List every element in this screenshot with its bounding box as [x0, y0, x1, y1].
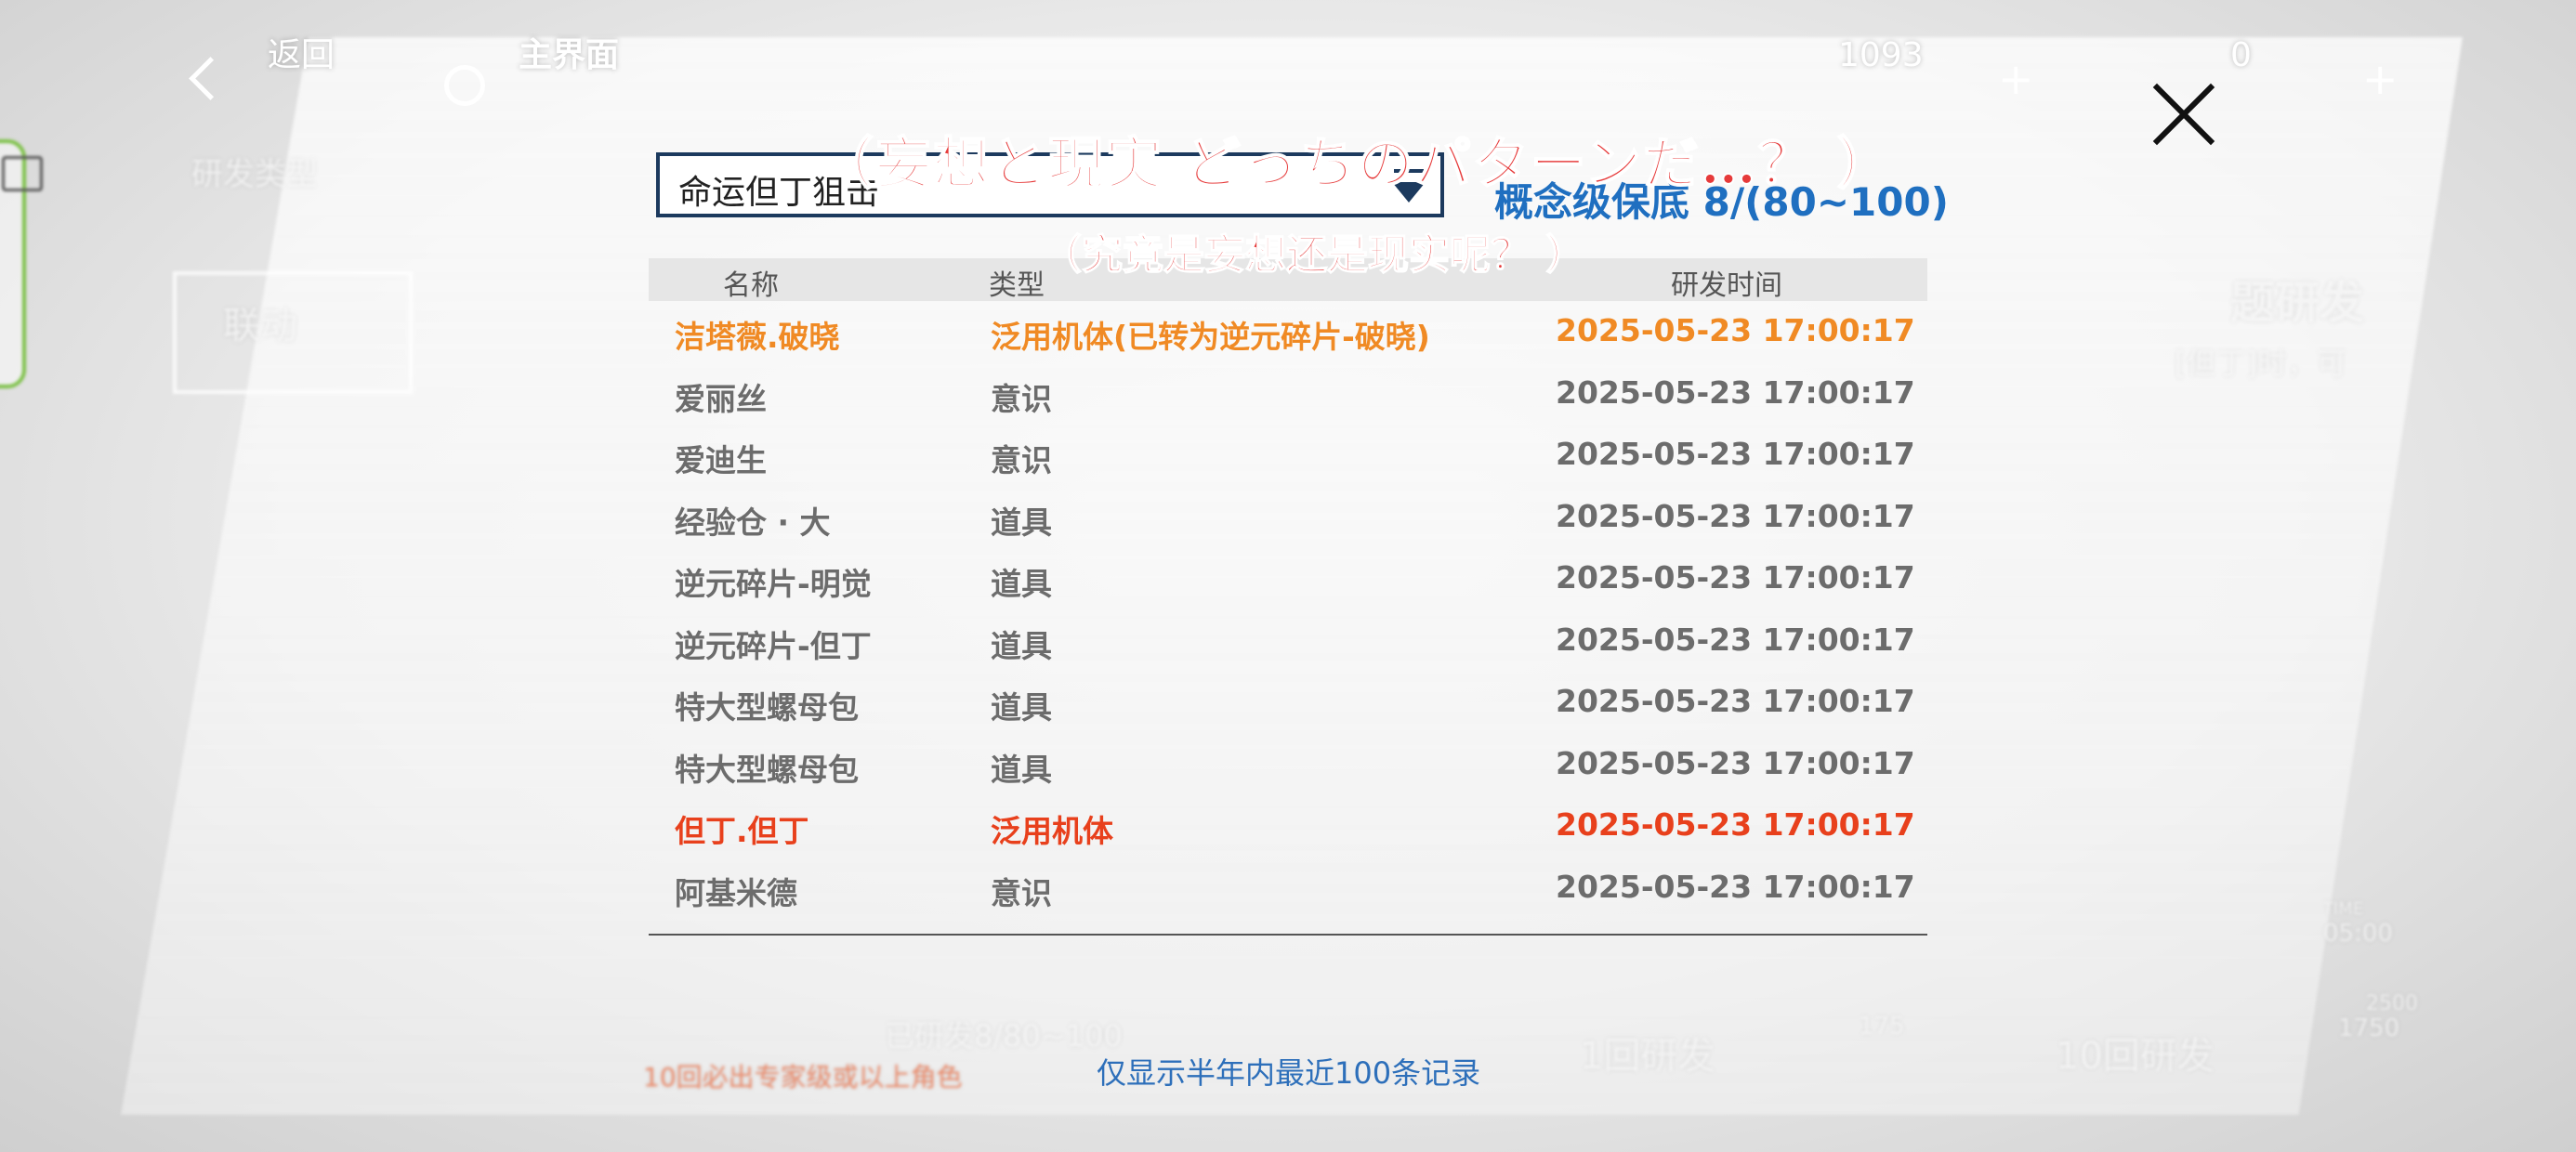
record-limit-note: 仅显示半年内最近100条记录 — [1097, 1055, 1481, 1091]
currency2-add-button[interactable]: + — [2362, 54, 2399, 104]
row-type: 道具 — [991, 566, 1052, 602]
row-name: 阿基米德 — [675, 874, 797, 911]
one-roll-button[interactable]: 1回研发 — [1580, 1026, 1715, 1080]
ten-guarantee-text: 10回必出专家级或以上角色 — [643, 1062, 963, 1093]
row-time: 2025-05-23 17:00:17 — [1556, 497, 1915, 534]
table-row: 逆元碎片-但丁 道具 2025-05-23 17:00:17 — [649, 610, 1927, 673]
research-time-value: 05:00 — [2323, 920, 2393, 948]
row-name: 特大型螺母包 — [675, 751, 859, 788]
table-row: 爱迪生 意识 2025-05-23 17:00:17 — [649, 425, 1927, 487]
row-type: 意识 — [991, 442, 1052, 478]
row-time: 2025-05-23 17:00:17 — [1556, 806, 1915, 843]
row-name: 爱丽丝 — [675, 380, 767, 417]
row-type: 意识 — [991, 874, 1052, 911]
row-type: 泛用机体 — [991, 813, 1113, 849]
table-row: 阿基米德 意识 2025-05-23 17:00:17 — [649, 857, 1927, 920]
ten-roll-cost: 1750 — [2338, 1015, 2400, 1042]
chat-icon[interactable] — [2, 156, 43, 191]
research-time-tag: TIME — [2323, 899, 2364, 919]
top-bar: 返回 主界面 1093 + 0 + — [0, 28, 2576, 106]
table-row: 逆元碎片-明觉 道具 2025-05-23 17:00:17 — [649, 548, 1927, 610]
currency1-amount: 1093 — [1838, 36, 1924, 74]
table-row: 洁塔薇.破晓 泛用机体(已转为逆元碎片-破晓) 2025-05-23 17:00:1… — [649, 301, 1927, 363]
back-button[interactable]: 返回 — [268, 28, 335, 84]
row-name: 爱迪生 — [675, 442, 767, 478]
table-bottom-divider — [649, 934, 1927, 936]
row-time: 2025-05-23 17:00:17 — [1556, 373, 1915, 411]
currency2-amount: 0 — [2230, 36, 2252, 74]
currency1-add-button[interactable]: + — [1998, 54, 2034, 104]
row-time: 2025-05-23 17:00:17 — [1556, 559, 1915, 596]
topic-research-title: 题研发 — [2230, 277, 2365, 329]
home-circle-icon[interactable] — [444, 65, 485, 106]
table-row: 特大型螺母包 道具 2025-05-23 17:00:17 — [649, 672, 1927, 734]
caption-line-1: （妄想と現実 どっちのパターンだ…？ ） — [817, 131, 1895, 198]
one-roll-cost: 175 — [1859, 1013, 1905, 1041]
column-header-type: 类型 — [989, 269, 1045, 302]
home-button[interactable]: 主界面 — [519, 28, 619, 84]
pity-progress-faded: 已研发8/80~100 — [885, 1018, 1123, 1054]
row-time: 2025-05-23 17:00:17 — [1556, 868, 1915, 905]
caption-line-2: （究竟是妄想还是现实呢？ ） — [1040, 230, 1587, 280]
ten-roll-cost-old: 2500 — [2366, 992, 2418, 1015]
row-name: 洁塔薇.破晓 — [675, 319, 840, 355]
row-time: 2025-05-23 17:00:17 — [1556, 312, 1915, 348]
row-time: 2025-05-23 17:00:17 — [1556, 683, 1915, 719]
row-name: 经验仓 · 大 — [675, 504, 831, 541]
research-type-label: 研发类型 — [191, 156, 318, 193]
row-name: 逆元碎片-明觉 — [675, 566, 872, 602]
row-type: 道具 — [991, 627, 1052, 664]
row-time: 2025-05-23 17:00:17 — [1556, 744, 1915, 781]
table-body: 洁塔薇.破晓 泛用机体(已转为逆元碎片-破晓) 2025-05-23 17:00:1… — [649, 301, 1927, 919]
collab-tab-label: 联动 — [223, 305, 297, 347]
row-name: 特大型螺母包 — [675, 689, 859, 726]
row-time: 2025-05-23 17:00:17 — [1556, 621, 1915, 658]
table-row: 爱丽丝 意识 2025-05-23 17:00:17 — [649, 363, 1927, 425]
row-name: 逆元碎片-但丁 — [675, 627, 872, 664]
row-type: 泛用机体(已转为逆元碎片-破晓) — [991, 319, 1430, 355]
column-header-time: 研发时间 — [1671, 269, 1782, 302]
table-row: 特大型螺母包 道具 2025-05-23 17:00:17 — [649, 734, 1927, 796]
row-time: 2025-05-23 17:00:17 — [1556, 436, 1915, 472]
close-icon[interactable] — [2147, 78, 2221, 152]
row-type: 道具 — [991, 689, 1052, 726]
banner-hint: [但丁]时，可 — [2175, 346, 2346, 381]
row-type: 意识 — [991, 380, 1052, 417]
row-name: 但丁.但丁 — [675, 813, 809, 849]
table-row: 但丁.但丁 泛用机体 2025-05-23 17:00:17 — [649, 795, 1927, 857]
row-type: 道具 — [991, 751, 1052, 788]
column-header-name: 名称 — [723, 269, 779, 302]
table-row: 经验仓 · 大 道具 2025-05-23 17:00:17 — [649, 487, 1927, 549]
history-table: 名称 类型 研发时间 洁塔薇.破晓 泛用机体(已转为逆元碎片-破晓) 2025-05… — [649, 258, 1927, 919]
row-type: 道具 — [991, 504, 1052, 541]
ten-roll-button[interactable]: 10回研发 — [2056, 1026, 2215, 1080]
